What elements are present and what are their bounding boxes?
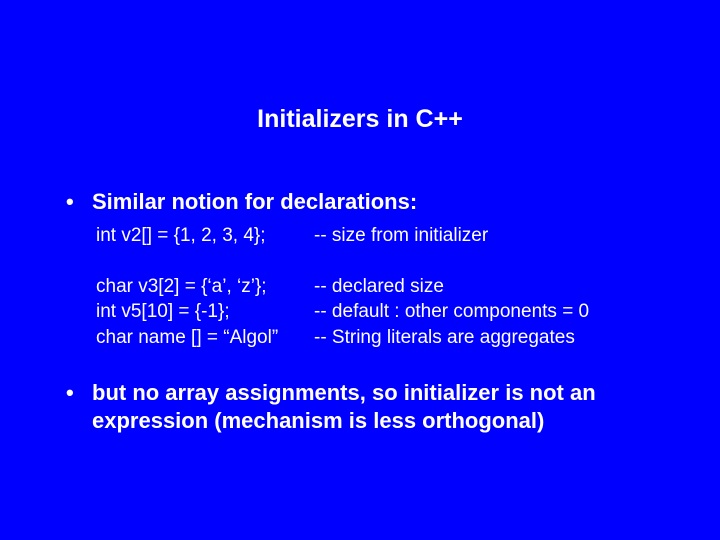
bullet-no-array-assign: but no array assignments, so initializer…	[60, 379, 680, 436]
code-left: char name [] = “Algol”	[96, 325, 314, 351]
code-left: int v5[10] = {-1};	[96, 299, 314, 325]
code-row: int v2[] = {1, 2, 3, 4}; -- size from in…	[96, 223, 680, 249]
bullet-declarations: Similar notion for declarations:	[60, 189, 680, 215]
slide: Initializers in C++ Similar notion for d…	[0, 0, 720, 540]
code-comment: -- default : other components = 0	[314, 299, 680, 325]
code-comment: -- String literals are aggregates	[314, 325, 680, 351]
code-comment: -- declared size	[314, 274, 680, 300]
code-row: char v3[2] = {‘a’, ‘z’}; -- declared siz…	[96, 274, 680, 300]
code-left: int v2[] = {1, 2, 3, 4};	[96, 223, 314, 249]
code-gap	[96, 249, 680, 274]
code-block: int v2[] = {1, 2, 3, 4}; -- size from in…	[60, 223, 680, 351]
code-row: int v5[10] = {-1}; -- default : other co…	[96, 299, 680, 325]
slide-content: Similar notion for declarations: int v2[…	[0, 189, 720, 436]
slide-title: Initializers in C++	[0, 0, 720, 189]
code-row: char name [] = “Algol” -- String literal…	[96, 325, 680, 351]
code-left: char v3[2] = {‘a’, ‘z’};	[96, 274, 314, 300]
code-comment: -- size from initializer	[314, 223, 680, 249]
